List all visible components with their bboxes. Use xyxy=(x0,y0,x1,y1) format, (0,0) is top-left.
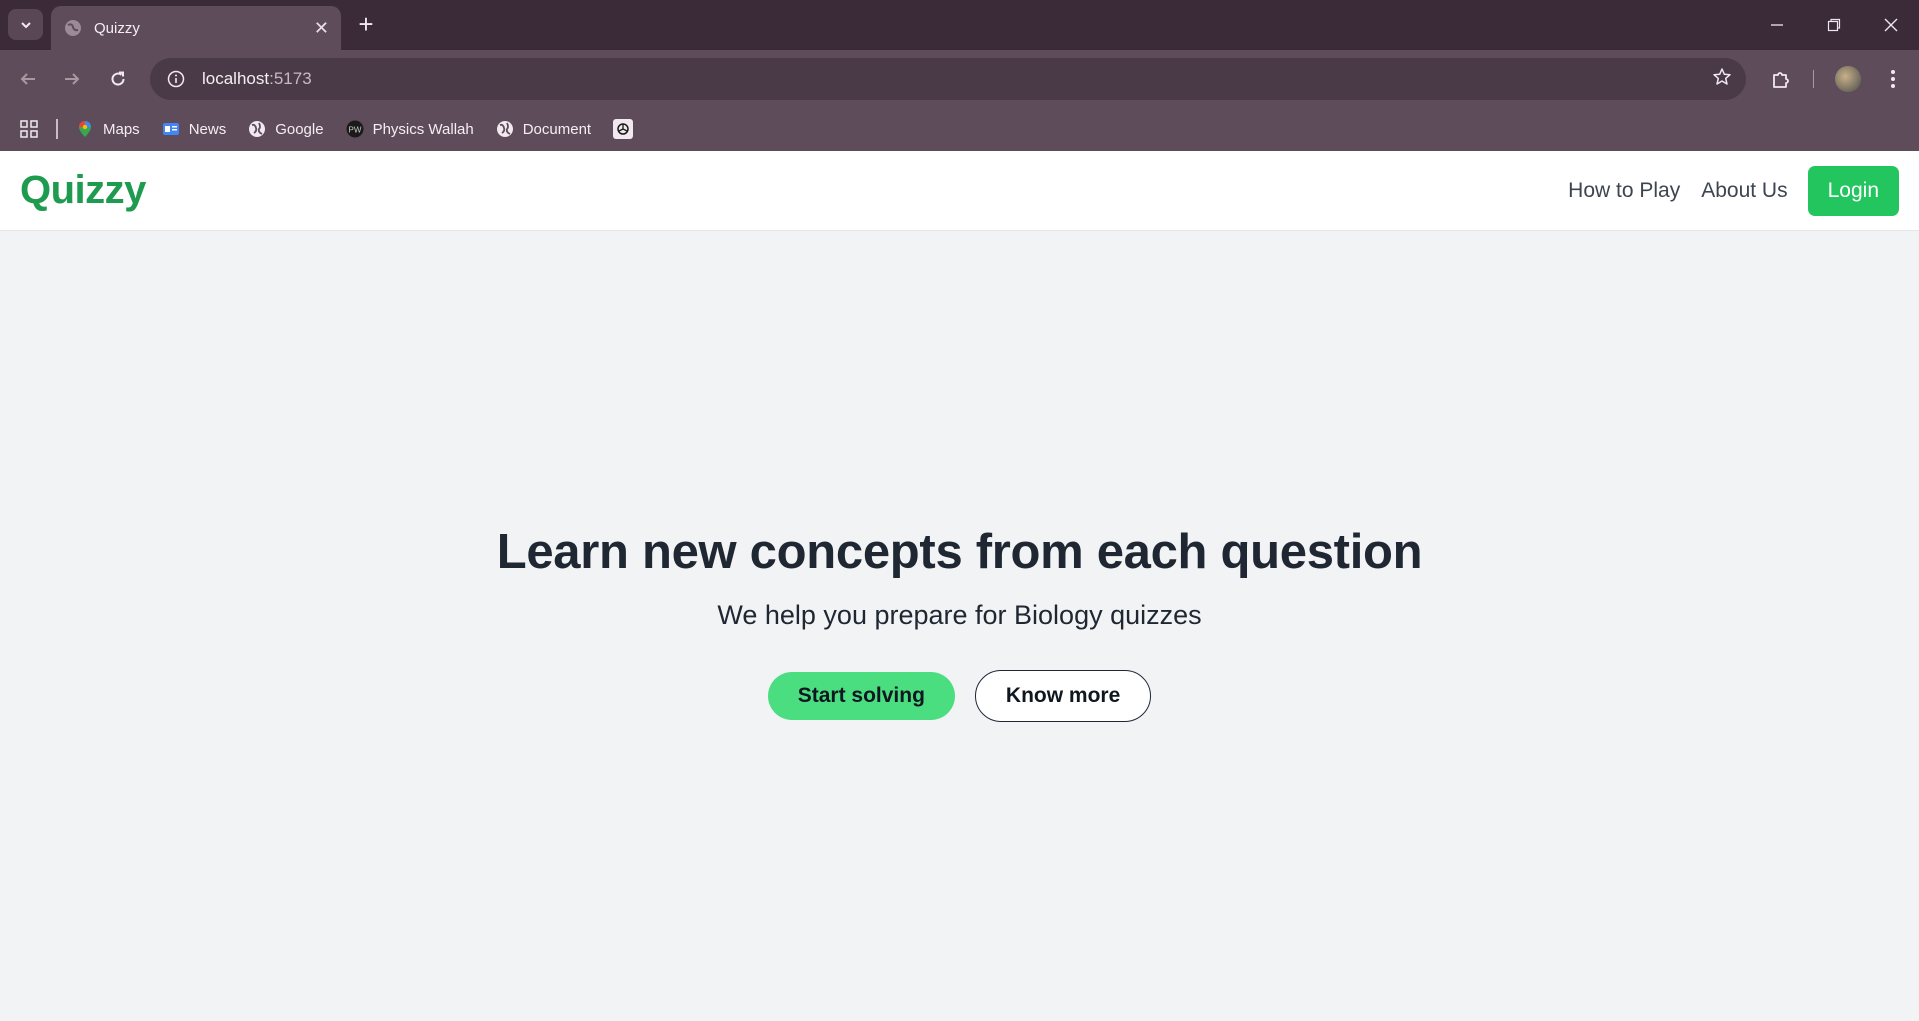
puzzle-icon xyxy=(1773,72,1789,88)
globe-icon xyxy=(496,120,514,138)
tab-title: Quizzy xyxy=(94,19,140,37)
bookmark-label: Google xyxy=(275,120,324,138)
avatar xyxy=(1835,66,1861,92)
bookmark-news[interactable]: News xyxy=(162,120,227,138)
address-bar[interactable]: localhost:5173 xyxy=(150,58,1746,100)
globe-icon xyxy=(65,20,81,36)
arrow-left-icon xyxy=(20,73,35,85)
site-navbar: Quizzy How to Play About Us Login xyxy=(0,151,1919,231)
restore-button[interactable] xyxy=(1805,0,1862,50)
apps-grid-icon xyxy=(20,120,38,138)
bookmark-chatgpt[interactable] xyxy=(613,119,642,139)
close-window-button[interactable] xyxy=(1862,0,1919,50)
site-logo[interactable]: Quizzy xyxy=(20,168,146,213)
hero-subtitle: We help you prepare for Biology quizzes xyxy=(717,600,1202,630)
hero-section: Learn new concepts from each question We… xyxy=(0,232,1919,1021)
bookmark-document[interactable]: Document xyxy=(496,120,591,138)
know-more-button[interactable]: Know more xyxy=(974,670,1152,722)
arrow-right-icon xyxy=(65,73,80,85)
tab-strip: Quizzy ✕ + xyxy=(0,0,1919,50)
bookmark-google[interactable]: Google xyxy=(248,120,324,138)
url-port: :5173 xyxy=(269,69,312,88)
bookmarks-divider xyxy=(56,119,58,139)
nav-links: How to Play About Us Login xyxy=(1547,165,1899,216)
close-icon xyxy=(1884,18,1897,32)
browser-menu-button[interactable] xyxy=(1878,64,1908,94)
openai-icon xyxy=(613,119,634,139)
globe-icon xyxy=(248,120,266,138)
bookmark-label: News xyxy=(188,120,227,138)
forward-button[interactable] xyxy=(57,64,87,94)
profile-button[interactable] xyxy=(1833,64,1863,94)
minimize-button[interactable] xyxy=(1748,0,1805,50)
bookmark-label: Maps xyxy=(103,120,140,138)
nav-about-us[interactable]: About Us xyxy=(1701,179,1787,203)
site-info-icon[interactable] xyxy=(164,67,188,91)
reload-icon xyxy=(111,71,125,86)
more-vertical-icon xyxy=(1891,70,1895,88)
maps-icon xyxy=(76,120,94,138)
bookmark-maps[interactable]: Maps xyxy=(76,120,140,138)
bookmark-label: Physics Wallah xyxy=(372,120,474,138)
close-tab-icon[interactable]: ✕ xyxy=(314,18,329,39)
nav-how-to-play[interactable]: How to Play xyxy=(1568,179,1680,203)
news-icon xyxy=(162,120,180,138)
url-text[interactable]: localhost:5173 xyxy=(202,69,312,89)
chevron-down-icon xyxy=(20,21,31,28)
bookmark-star-icon[interactable] xyxy=(1712,67,1732,92)
svg-text:PW: PW xyxy=(348,126,361,135)
back-button[interactable] xyxy=(13,64,43,94)
apps-button[interactable] xyxy=(20,120,38,138)
login-button[interactable]: Login xyxy=(1807,165,1899,216)
new-tab-button[interactable]: + xyxy=(353,10,379,40)
restore-icon xyxy=(1827,18,1840,32)
reload-button[interactable] xyxy=(103,64,133,94)
bookmarks-bar: Maps News Google PW Physics Wallah Docum… xyxy=(0,107,1919,151)
browser-toolbar: localhost:5173 xyxy=(0,50,1919,107)
toolbar-divider xyxy=(1813,70,1814,88)
pw-icon: PW xyxy=(346,120,364,138)
window-controls xyxy=(1748,0,1919,50)
tab-search-button[interactable] xyxy=(8,9,43,40)
hero-title: Learn new concepts from each question xyxy=(496,525,1423,579)
extensions-button[interactable] xyxy=(1767,64,1797,94)
minimize-icon xyxy=(1770,24,1783,26)
start-solving-button[interactable]: Start solving xyxy=(767,672,955,720)
tab-quizzy[interactable]: Quizzy ✕ xyxy=(51,6,341,50)
hero-actions: Start solving Know more xyxy=(0,670,1919,722)
browser-chrome: Quizzy ✕ + localhost:5173 Maps News Goog… xyxy=(0,0,1919,151)
url-host: localhost xyxy=(202,69,270,88)
bookmark-label: Document xyxy=(522,120,592,138)
bookmark-physics-wallah[interactable]: PW Physics Wallah xyxy=(346,120,474,138)
